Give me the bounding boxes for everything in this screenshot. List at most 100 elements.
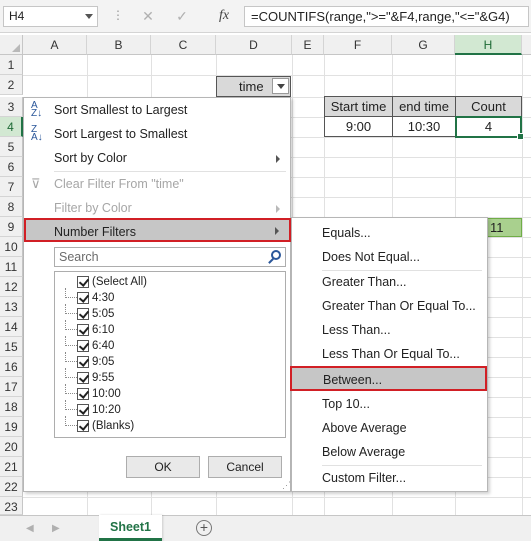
insert-function-icon[interactable]: fx [214,6,234,26]
row-header-8[interactable]: 8 [0,197,23,217]
checkbox-checked[interactable] [77,276,89,288]
chevron-right-icon [276,205,280,213]
checkbox-checked[interactable] [77,356,89,368]
row-header-12[interactable]: 12 [0,277,23,297]
row-header-2[interactable]: 2 [0,75,23,95]
list-item-label: 9:55 [92,372,115,384]
chevron-down-icon[interactable] [85,14,93,19]
menu-item-label: Clear Filter From "time" [54,177,184,191]
cancel-button[interactable]: Cancel [208,456,282,478]
row-header-13[interactable]: 13 [0,297,23,317]
menu-item-label: Sort Largest to Smallest [54,127,188,141]
cell-f3-header[interactable]: Start time [324,96,393,117]
column-header-h[interactable]: H [455,35,522,55]
row-header-15[interactable]: 15 [0,337,23,357]
cell-h3-header[interactable]: Count [455,96,522,117]
row-header-6[interactable]: 6 [0,157,23,177]
row-header-11[interactable]: 11 [0,257,23,277]
row-header-20[interactable]: 20 [0,437,23,457]
submenu-item-greater-than[interactable]: Greater Than... [292,270,487,294]
checkbox-checked[interactable] [77,372,89,384]
submenu-item-above-average[interactable]: Above Average [292,416,487,440]
column-header-a[interactable]: A [23,35,87,55]
list-item-label: 6:10 [92,324,115,336]
checkbox-checked[interactable] [77,388,89,400]
cell-g4[interactable]: 10:30 [392,116,456,137]
row-header-14[interactable]: 14 [0,317,23,337]
checkbox-checked[interactable] [77,404,89,416]
menu-item-label: Filter by Color [54,201,132,215]
column-header-g[interactable]: G [392,35,455,55]
checkbox-checked[interactable] [77,292,89,304]
submenu-item-less-than[interactable]: Less Than... [292,318,487,342]
select-all-corner[interactable] [0,35,23,55]
name-box[interactable]: H4 [3,6,98,27]
chevron-right-icon [275,227,279,235]
cancel-icon[interactable]: ✕ [138,6,158,26]
submenu-item-greater-than-or-equal[interactable]: Greater Than Or Equal To... [292,294,487,318]
submenu-item-does-not-equal[interactable]: Does Not Equal... [292,245,487,269]
list-item-label: 4:30 [92,292,115,304]
sort-ascending-icon: A Z↓ [31,100,43,119]
submenu-item-custom-filter[interactable]: Custom Filter... [292,466,487,490]
filter-search-input[interactable]: Search [54,247,286,267]
row-header-4[interactable]: 4 [0,117,23,137]
row-header-23[interactable]: 23 [0,497,23,515]
row-header-19[interactable]: 19 [0,417,23,437]
column-header-c[interactable]: C [151,35,216,55]
column-header-d[interactable]: D [216,35,292,55]
search-icon [271,250,281,260]
submenu-item-equals[interactable]: Equals... [292,221,487,245]
cell-f4[interactable]: 9:00 [324,116,393,137]
row-header-3[interactable]: 3 [0,97,23,117]
row-header-16[interactable]: 16 [0,357,23,377]
drag-handle-icon[interactable]: ⋮ [112,8,125,22]
gridline [522,55,523,515]
filter-dropdown-button[interactable] [272,78,289,94]
submenu-item-between[interactable]: Between... [290,366,487,391]
checkbox-checked[interactable] [77,308,89,320]
checkbox-checked[interactable] [77,324,89,336]
menu-item-sort-descending[interactable]: Z A↓ Sort Largest to Smallest [24,122,290,146]
row-header-9[interactable]: 9 [0,217,23,237]
sheet-tab-sheet1[interactable]: Sheet1 [99,515,162,541]
row-header-7[interactable]: 7 [0,177,23,197]
cell-g3-header[interactable]: end time [392,96,456,117]
ok-button[interactable]: OK [126,456,200,478]
menu-item-sort-ascending[interactable]: A Z↓ Sort Smallest to Largest [24,98,290,122]
checkbox-checked[interactable] [77,420,89,432]
column-header-b[interactable]: B [87,35,151,55]
row-header-22[interactable]: 22 [0,477,23,497]
cell-h4-active[interactable]: 4 [455,116,524,140]
add-sheet-icon[interactable]: + [196,520,212,536]
submenu-item-top-10[interactable]: Top 10... [292,392,487,416]
row-header-10[interactable]: 10 [0,237,23,257]
column-header-i[interactable] [522,35,531,55]
row-header-17[interactable]: 17 [0,377,23,397]
row-header-1[interactable]: 1 [0,55,23,75]
scroll-right-icon[interactable]: ▶ [52,523,60,534]
autofilter-dropdown: A Z↓ Sort Smallest to Largest Z A↓ Sort La… [23,97,291,492]
formula-input[interactable]: =COUNTIFS(range,">="&F4,range,"<="&G4) [244,6,529,27]
list-item-label: 10:20 [92,404,121,416]
row-header-5[interactable]: 5 [0,137,23,157]
submenu-item-below-average[interactable]: Below Average [292,440,487,464]
filter-values-list[interactable]: (Select All) 4:30 5:05 6:10 6:40 9:05 9:… [54,271,286,438]
column-header-f[interactable]: F [324,35,392,55]
resize-grip-icon[interactable]: ⋰ [282,480,291,491]
enter-icon[interactable]: ✓ [172,6,192,26]
checkbox-checked[interactable] [77,340,89,352]
menu-item-clear-filter: ⊽ Clear Filter From "time" [24,172,290,196]
scroll-left-icon[interactable]: ◀ [26,523,34,534]
list-item-label: (Blanks) [92,420,135,432]
row-header-21[interactable]: 21 [0,457,23,477]
name-box-value: H4 [9,9,25,23]
list-item-label: 10:00 [92,388,121,400]
submenu-item-less-than-or-equal[interactable]: Less Than Or Equal To... [292,342,487,366]
menu-item-number-filters[interactable]: Number Filters [24,218,291,242]
menu-item-sort-by-color[interactable]: Sort by Color [24,146,290,170]
row-header-18[interactable]: 18 [0,397,23,417]
number-filters-submenu: Equals... Does Not Equal... Greater Than… [290,217,488,492]
sheet-tab-bar [0,515,531,541]
column-header-e[interactable]: E [292,35,324,55]
